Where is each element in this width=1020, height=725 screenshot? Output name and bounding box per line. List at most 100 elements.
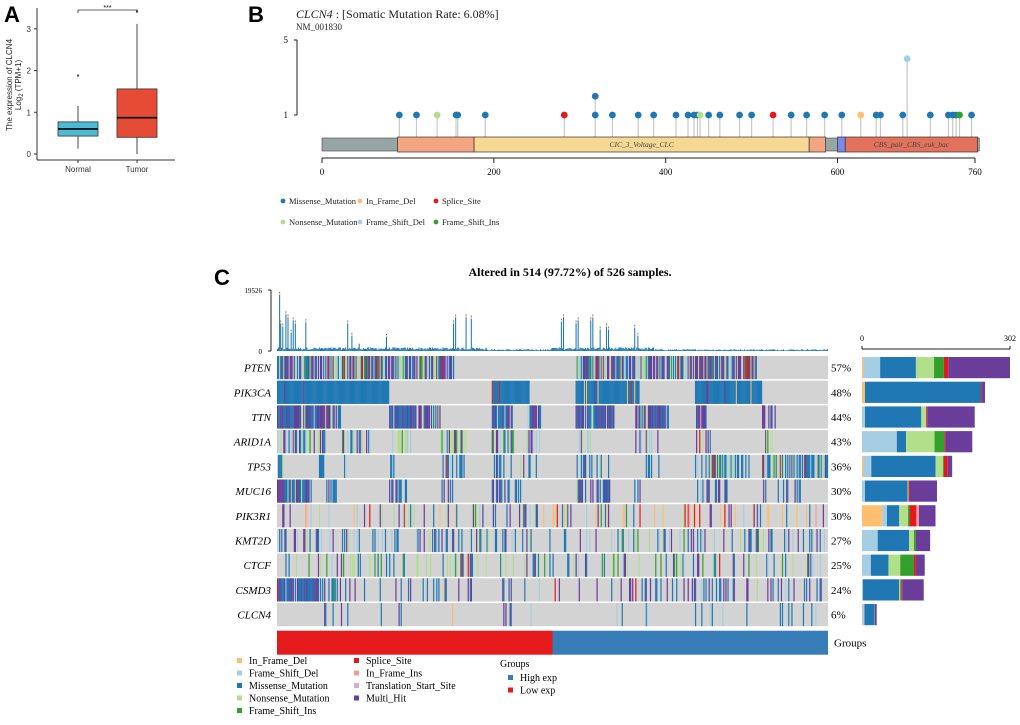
- mutation-cell: [723, 578, 725, 602]
- mutation-cell: [709, 356, 711, 380]
- tmb-bar: [732, 349, 734, 351]
- mutation-cell: [295, 430, 298, 454]
- mutation-cell: [587, 380, 589, 404]
- group-legend-swatch: [508, 675, 513, 680]
- count-bar-segment: [863, 357, 881, 379]
- mutation-cell: [337, 380, 339, 404]
- mutation-cell: [621, 603, 623, 627]
- mutation-cell: [577, 405, 579, 429]
- tmb-bar: [708, 349, 710, 351]
- tmb-bar: [749, 349, 751, 351]
- tmb-bar: [609, 347, 611, 351]
- mutation-cell: [701, 405, 703, 429]
- tmb-bar: [568, 348, 570, 351]
- count-bar-segment: [945, 431, 973, 453]
- gene-label: CSMD3: [236, 585, 272, 597]
- mutation-cell: [288, 479, 290, 503]
- mutation-cell: [666, 578, 668, 602]
- tmb-bar: [517, 349, 519, 351]
- mutation-cell: [324, 405, 326, 429]
- mutation-cell: [423, 356, 425, 380]
- tmb-bar: [676, 349, 678, 351]
- mutation-cell: [707, 380, 709, 404]
- tmb-bar-segment: [599, 326, 601, 328]
- mutation-cell: [536, 504, 538, 528]
- mutation-cell: [416, 553, 418, 577]
- mutation-cell: [441, 430, 443, 454]
- mutation-cell: [604, 380, 607, 404]
- mutation-cell: [611, 405, 613, 429]
- mutation-cell: [534, 504, 536, 528]
- tmb-bar: [419, 349, 421, 351]
- mutation-cell: [319, 380, 322, 404]
- tmb-bar: [287, 317, 289, 351]
- mutation-cell: [344, 454, 346, 478]
- mutation-cell: [641, 405, 643, 429]
- mutation-cell: [817, 454, 819, 478]
- mutation-cell: [312, 380, 314, 404]
- tmb-bar: [396, 347, 398, 351]
- mutation-cell: [435, 528, 437, 553]
- mutation-cell: [725, 454, 727, 478]
- tmb-bar: [330, 347, 332, 351]
- tmb-bar: [368, 347, 370, 351]
- mutation-cell: [480, 528, 482, 553]
- tmb-bar: [648, 347, 650, 351]
- mutation-cell: [653, 356, 655, 380]
- count-bar-segment: [943, 455, 948, 477]
- tmb-bar: [697, 350, 699, 351]
- mutation-cell: [649, 405, 652, 429]
- mutation-cell: [706, 479, 708, 503]
- mutation-cell: [327, 405, 329, 429]
- tmb-bar-segment: [470, 316, 472, 319]
- mutation-cell: [305, 430, 307, 454]
- mutation-cell: [623, 380, 625, 404]
- tmb-bar: [434, 348, 436, 351]
- legend-marker: [357, 219, 363, 225]
- mutation-cell: [281, 528, 283, 553]
- mutation-cell: [684, 504, 686, 528]
- mutation-cell: [635, 430, 637, 454]
- mutation-cell: [663, 405, 665, 429]
- mutation-cell: [501, 553, 503, 577]
- mutation-cell: [726, 380, 728, 404]
- mutation-cell: [598, 356, 600, 380]
- mutation-cell: [748, 553, 750, 577]
- mutation-cell: [770, 578, 772, 602]
- mutation-cell: [766, 454, 768, 478]
- mutation-cell: [575, 553, 577, 577]
- mutation-cell: [580, 380, 582, 404]
- mutation-cell: [347, 380, 349, 404]
- mutation-cell: [641, 578, 643, 602]
- count-bar-segment: [906, 431, 935, 453]
- mutation-cell: [339, 380, 342, 404]
- tmb-bar: [487, 350, 489, 351]
- mutation-cell: [426, 578, 428, 602]
- mutation-cell: [624, 356, 626, 380]
- count-bar-segment: [874, 604, 877, 626]
- mutation-cell: [412, 405, 414, 429]
- tmb-bar-segment: [294, 320, 296, 322]
- mutation-cell: [765, 479, 767, 503]
- mutation-cell: [279, 380, 281, 404]
- mutation-cell: [646, 430, 648, 454]
- tmb-bar: [411, 349, 413, 351]
- mutation-cell: [708, 380, 710, 404]
- mutation-cell: [334, 578, 336, 602]
- tmb-bar: [398, 348, 400, 351]
- mutation-cell: [655, 578, 657, 602]
- mutation-cell: [590, 430, 592, 454]
- mutation-cell: [396, 479, 398, 503]
- mutation-cell: [737, 454, 740, 478]
- mutation-cell: [701, 578, 703, 602]
- gene-row-background: [277, 578, 828, 602]
- outlier-point: [76, 74, 80, 77]
- mutation-cell: [596, 405, 598, 429]
- mutation-cell: [626, 553, 629, 577]
- mutation-cell: [281, 380, 283, 404]
- tmb-bar: [564, 349, 566, 351]
- mutation-cell: [319, 578, 322, 602]
- mutation-cell: [667, 405, 669, 429]
- mutation-cell: [300, 430, 302, 454]
- mutation-cell: [305, 405, 307, 429]
